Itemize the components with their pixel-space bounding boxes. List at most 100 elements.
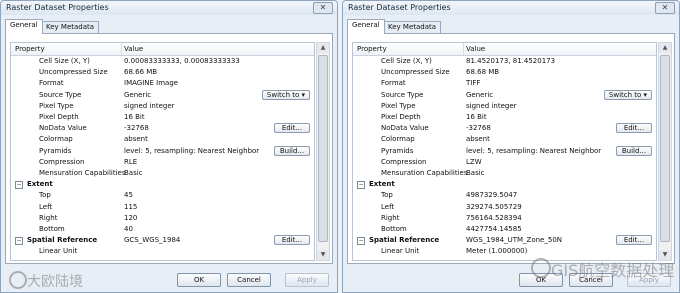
property-row[interactable]: Cell Size (X, Y) 0.00083333333, 0.0008333… [11, 56, 314, 67]
property-value: 115 [124, 202, 138, 211]
vertical-scrollbar[interactable]: ▲ ▼ [658, 42, 672, 261]
raster-properties-dialog-imagine: Raster Dataset Properties ✕ General Key … [0, 0, 338, 293]
property-value: 0.00083333333, 0.00083333333 [124, 57, 240, 65]
section-row[interactable]: − Spatial Reference WGS_1984_UTM_Zone_50N E… [353, 235, 656, 246]
property-row[interactable]: Linear Unit Meter (1.000000) [353, 246, 656, 257]
build-button[interactable]: Build... [274, 145, 310, 156]
property-value: Generic [124, 90, 152, 99]
switch-button[interactable]: Switch to ▾ [262, 89, 310, 100]
window-title: Raster Dataset Properties [348, 3, 451, 12]
ok-button[interactable]: OK [519, 273, 563, 287]
scroll-up-icon[interactable]: ▲ [317, 43, 329, 53]
vertical-scrollbar[interactable]: ▲ ▼ [316, 42, 330, 261]
property-name: Pyramids [381, 146, 414, 155]
scroll-thumb[interactable] [660, 55, 670, 242]
property-row[interactable]: Mensuration Capabilities Basic [353, 168, 656, 179]
column-header-property[interactable]: Property [357, 45, 387, 53]
property-name: Mensuration Capabilities [39, 169, 126, 177]
property-row[interactable]: Top 45 [11, 190, 314, 201]
cancel-button[interactable]: Cancel [227, 273, 271, 287]
watermark-text: 大欧陆境 [27, 274, 83, 290]
property-name: Spatial Reference [369, 236, 440, 245]
property-value: LZW [466, 157, 482, 166]
column-header-value[interactable]: Value [124, 45, 143, 53]
grid-header: Property Value [353, 43, 656, 56]
edit-button[interactable]: Edit... [274, 235, 310, 246]
property-row[interactable]: Right 120 [11, 213, 314, 224]
ok-button[interactable]: OK [177, 273, 221, 287]
property-name: Format [381, 79, 406, 88]
property-row[interactable]: Format IMAGINE Image [11, 78, 314, 89]
close-button[interactable]: ✕ [313, 2, 333, 14]
property-row[interactable]: Top 4987329.5047 [353, 190, 656, 201]
property-row[interactable]: NoData Value -32768 Edit... [353, 123, 656, 134]
tab-key-metadata[interactable]: Key Metadata [41, 21, 100, 33]
section-row[interactable]: − Extent [353, 179, 656, 190]
collapse-icon[interactable]: − [15, 237, 23, 246]
property-row[interactable]: Left 115 [11, 202, 314, 213]
property-row[interactable]: Pixel Depth 16 Bit [353, 112, 656, 123]
scroll-down-icon[interactable]: ▼ [659, 250, 671, 260]
property-name: Compression [39, 157, 85, 166]
tab-general[interactable]: General [347, 19, 385, 34]
property-row[interactable]: Pyramids level: 5, resampling: Nearest Ne… [353, 145, 656, 157]
property-row[interactable]: Pixel Depth 16 Bit [11, 112, 314, 123]
property-value: 756164.528394 [466, 213, 522, 222]
tab-key-metadata[interactable]: Key Metadata [383, 21, 442, 33]
scroll-thumb[interactable] [318, 55, 328, 242]
column-header-value[interactable]: Value [466, 45, 485, 53]
property-name: NoData Value [381, 124, 429, 133]
scroll-up-icon[interactable]: ▲ [659, 43, 671, 53]
column-divider[interactable] [121, 43, 122, 55]
property-row[interactable]: Source Type Generic Switch to ▾ [353, 89, 656, 101]
property-row[interactable]: Bottom 4427754.14585 [353, 224, 656, 235]
property-row[interactable]: Colormap absent [353, 134, 656, 145]
property-row[interactable]: Colormap absent [11, 134, 314, 145]
property-row[interactable]: Uncompressed Size 68.68 MB [353, 67, 656, 78]
property-row[interactable]: Pyramids level: 5, resampling: Nearest Ne… [11, 145, 314, 157]
close-icon: ✕ [661, 3, 669, 12]
edit-button[interactable]: Edit... [616, 123, 652, 134]
property-row[interactable]: Compression RLE [11, 157, 314, 168]
column-header-property[interactable]: Property [15, 45, 45, 53]
property-row[interactable]: Bottom 40 [11, 224, 314, 235]
property-row[interactable]: Right 756164.528394 [353, 213, 656, 224]
property-row[interactable]: NoData Value -32768 Edit... [11, 123, 314, 134]
grid-header: Property Value [11, 43, 314, 56]
column-divider[interactable] [463, 43, 464, 55]
build-button[interactable]: Build... [616, 145, 652, 156]
property-row[interactable]: Source Type Generic Switch to ▾ [11, 89, 314, 101]
property-row[interactable]: Cell Size (X, Y) 81.4520173, 81.4520173 [353, 56, 656, 67]
scroll-down-icon[interactable]: ▼ [317, 250, 329, 260]
property-row[interactable]: Mensuration Capabilities Basic [11, 168, 314, 179]
apply-button[interactable]: Apply [285, 273, 329, 287]
switch-button[interactable]: Switch to ▾ [604, 89, 652, 100]
apply-button[interactable]: Apply [627, 273, 671, 287]
property-name: Pyramids [39, 146, 72, 155]
tab-general[interactable]: General [5, 19, 43, 34]
property-row[interactable]: Uncompressed Size 68.66 MB [11, 67, 314, 78]
collapse-icon[interactable]: − [15, 181, 23, 190]
property-value: WGS_1984_UTM_Zone_50N [466, 236, 563, 245]
title-bar: Raster Dataset Properties ✕ [343, 1, 679, 15]
close-button[interactable]: ✕ [655, 2, 675, 14]
section-row[interactable]: − Spatial Reference GCS_WGS_1984 Edit... [11, 235, 314, 246]
property-row[interactable]: Format TIFF [353, 78, 656, 89]
property-row[interactable]: Left 329274.505729 [353, 202, 656, 213]
property-name: Linear Unit [381, 247, 420, 256]
property-row[interactable]: Pixel Type signed integer [11, 101, 314, 112]
collapse-icon[interactable]: − [357, 181, 365, 190]
collapse-icon[interactable]: − [357, 237, 365, 246]
property-value: TIFF [466, 79, 481, 88]
edit-button[interactable]: Edit... [616, 235, 652, 246]
edit-button[interactable]: Edit... [274, 123, 310, 134]
property-value: 40 [124, 225, 133, 233]
property-row[interactable]: Pixel Type signed integer [353, 101, 656, 112]
property-row[interactable]: Compression LZW [353, 157, 656, 168]
property-value: level: 5, resampling: Nearest Neighbor [124, 146, 260, 155]
property-name: Extent [27, 180, 53, 189]
section-row[interactable]: − Extent [11, 179, 314, 190]
property-row[interactable]: Linear Unit [11, 246, 314, 257]
cancel-button[interactable]: Cancel [569, 273, 613, 287]
watermark-logo-icon [9, 271, 27, 289]
